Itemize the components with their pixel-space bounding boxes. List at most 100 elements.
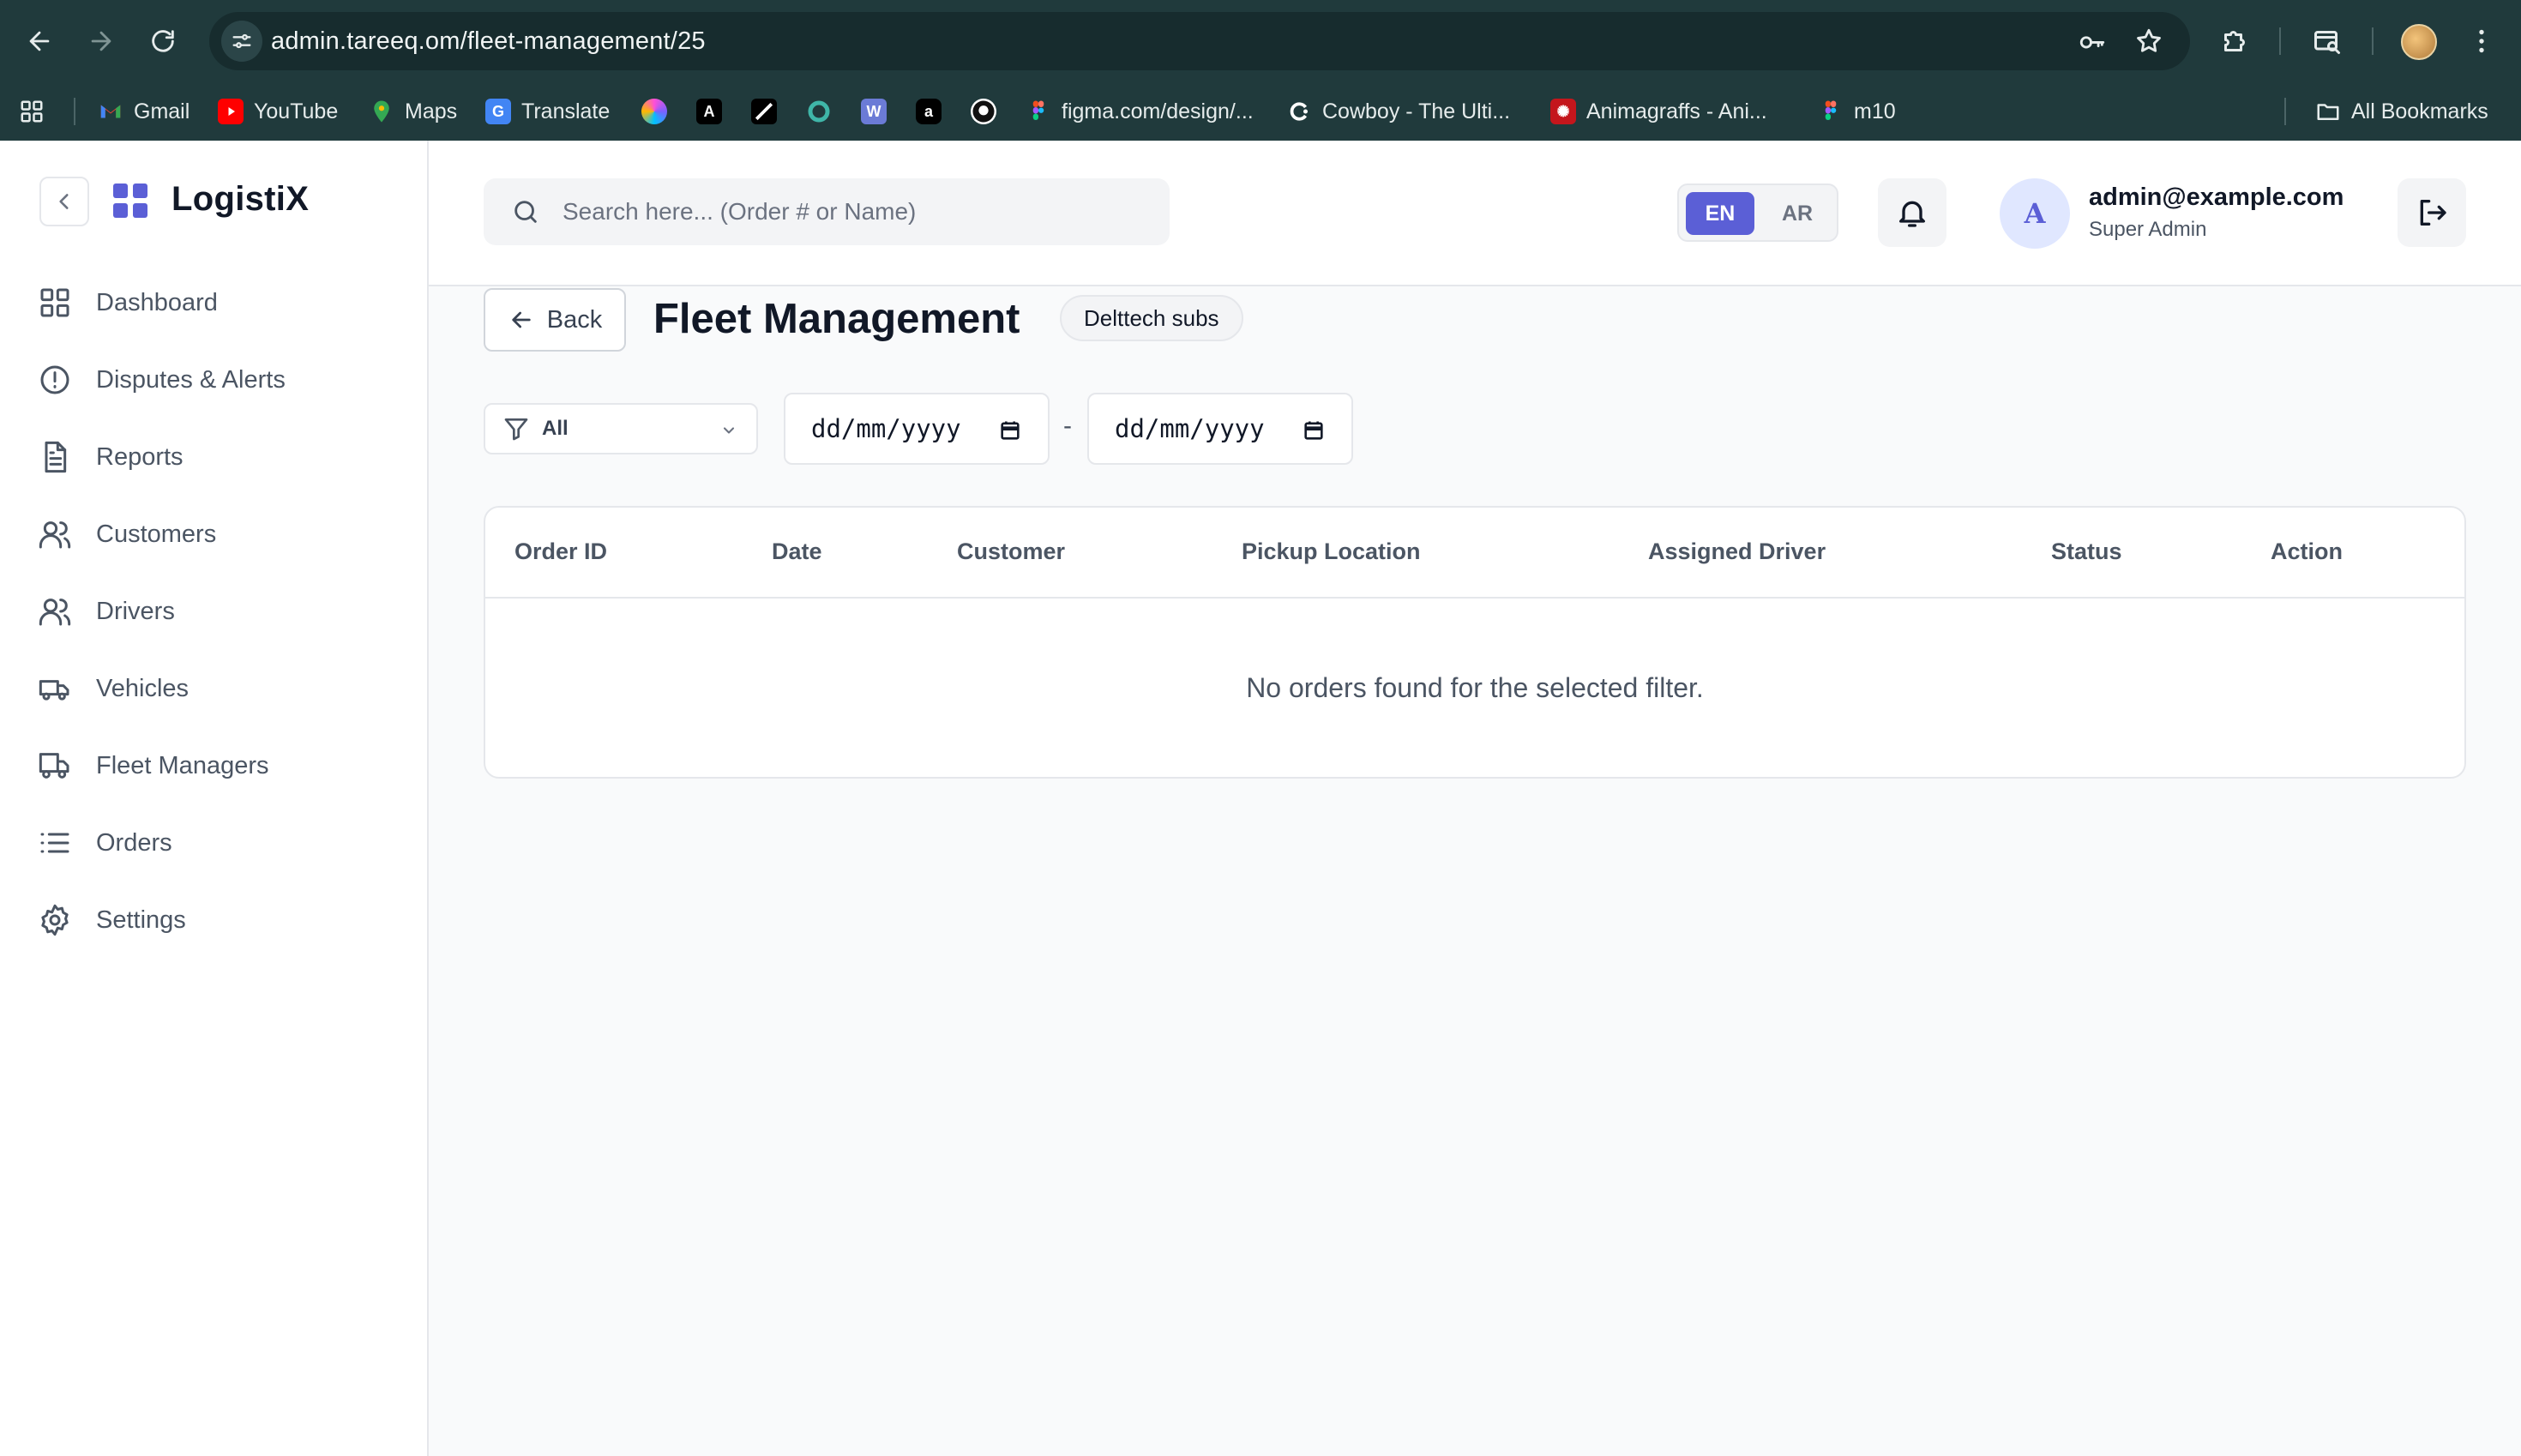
animagraffs-icon: ✺ xyxy=(1550,99,1576,124)
truck-icon xyxy=(39,753,69,779)
date-to-input[interactable]: dd/mm/yyyy xyxy=(1087,393,1353,465)
sidebar-item-label: Orders xyxy=(96,828,172,857)
bookmark-youtube[interactable]: YouTube xyxy=(218,93,338,130)
lang-ar-button[interactable]: AR xyxy=(1763,192,1832,235)
bookmarks-bar: Gmail YouTube Maps G Translate A W a fig… xyxy=(0,82,2521,141)
bookmark-maps[interactable]: Maps xyxy=(369,93,457,130)
folder-icon xyxy=(2315,99,2341,124)
youtube-icon xyxy=(218,99,244,124)
column-header-order-id: Order ID xyxy=(514,538,608,564)
calendar-icon[interactable] xyxy=(1302,418,1326,442)
teal-knot-icon xyxy=(806,99,832,124)
address-bar[interactable]: admin.tareeq.om/fleet-management/25 xyxy=(209,12,2190,70)
sidebar-item-dashboard[interactable]: Dashboard xyxy=(38,273,398,333)
sidebar-item-label: Disputes & Alerts xyxy=(96,365,286,394)
bookmark-a-circle[interactable]: a xyxy=(916,93,942,130)
bookmark-label: figma.com/design/... xyxy=(1062,99,1254,123)
column-header-customer: Customer xyxy=(957,538,1066,564)
menu-dots-icon[interactable] xyxy=(2461,21,2502,62)
brand-logo-icon xyxy=(113,184,147,218)
sidebar-collapse-button[interactable] xyxy=(39,177,89,226)
password-key-icon[interactable] xyxy=(2075,24,2109,58)
list-icon xyxy=(40,833,69,853)
forward-arrow-icon[interactable] xyxy=(81,21,122,62)
bookmark-w-logo[interactable]: W xyxy=(861,93,887,130)
bookmark-label: m10 xyxy=(1854,99,1896,123)
bookmark-animagraffs[interactable]: ✺ Animagraffs - Ani... xyxy=(1550,93,1767,130)
bookmark-pen-logo[interactable] xyxy=(751,93,777,130)
column-header-status: Status xyxy=(2051,538,2122,564)
date-from-value: dd/mm/yyyy xyxy=(811,414,961,443)
site-settings-icon[interactable] xyxy=(221,21,262,62)
bookmarks-divider xyxy=(2284,98,2286,125)
date-from-input[interactable]: dd/mm/yyyy xyxy=(784,393,1050,465)
bookmark-gmail[interactable]: Gmail xyxy=(98,93,190,130)
search-icon xyxy=(514,201,537,223)
bookmark-teal-knot[interactable] xyxy=(806,93,832,130)
bookmark-label: Translate xyxy=(521,99,611,123)
gear-icon xyxy=(41,904,69,936)
language-toggle: EN AR xyxy=(1677,184,1838,242)
sidebar-item-vehicles[interactable]: Vehicles xyxy=(38,659,398,719)
column-header-action: Action xyxy=(2271,538,2343,564)
reload-icon[interactable] xyxy=(142,21,184,62)
arrow-left-icon xyxy=(512,311,531,328)
extensions-icon[interactable] xyxy=(2214,21,2255,62)
sidebar-item-fleet-managers[interactable]: Fleet Managers xyxy=(38,736,398,796)
sidebar-item-disputes-alerts[interactable]: Disputes & Alerts xyxy=(38,350,398,410)
date-to-value: dd/mm/yyyy xyxy=(1115,414,1265,443)
sidebar-item-label: Fleet Managers xyxy=(96,751,269,779)
calendar-icon[interactable] xyxy=(998,418,1022,442)
avatar[interactable]: A xyxy=(2000,178,2070,249)
url-text[interactable]: admin.tareeq.om/fleet-management/25 xyxy=(271,27,706,56)
chevron-down-icon xyxy=(723,427,735,434)
back-button[interactable]: Back xyxy=(484,288,626,352)
bookmark-gradient-orb[interactable] xyxy=(641,93,667,130)
figma-icon xyxy=(1818,99,1844,124)
apps-grid-icon[interactable] xyxy=(19,93,45,130)
users-icon xyxy=(39,521,71,549)
gmail-icon xyxy=(98,99,123,124)
sidebar-item-label: Dashboard xyxy=(96,288,218,316)
date-range-separator: - xyxy=(1063,412,1072,440)
back-arrow-icon[interactable] xyxy=(19,21,60,62)
search-bar[interactable] xyxy=(484,178,1170,245)
bookmark-star-icon[interactable] xyxy=(2132,24,2166,58)
bookmark-label: Gmail xyxy=(134,99,190,123)
fleet-name-badge: Delttech subs xyxy=(1060,295,1243,341)
chevron-left-icon xyxy=(59,194,69,209)
toolbar-divider xyxy=(2279,27,2281,55)
bookmark-translate[interactable]: G Translate xyxy=(485,93,610,130)
user-role: Super Admin xyxy=(2089,218,2207,241)
bookmark-label: Animagraffs - Ani... xyxy=(1586,99,1767,123)
all-bookmarks-button[interactable]: All Bookmarks xyxy=(2315,93,2488,130)
translate-icon: G xyxy=(485,99,511,124)
bookmark-m10[interactable]: m10 xyxy=(1818,93,1896,130)
cowboy-icon xyxy=(1286,99,1312,124)
sidebar-item-drivers[interactable]: Drivers xyxy=(38,581,398,641)
search-input[interactable] xyxy=(563,198,1146,226)
logout-button[interactable] xyxy=(2398,178,2466,247)
notifications-button[interactable] xyxy=(1878,178,1946,247)
sidebar-item-orders[interactable]: Orders xyxy=(38,813,398,873)
tab-search-icon[interactable] xyxy=(2307,21,2348,62)
sidebar-item-settings[interactable]: Settings xyxy=(38,890,398,950)
status-filter-select[interactable]: All xyxy=(484,403,758,454)
bookmark-a-logo[interactable]: A xyxy=(696,93,722,130)
sidebar-item-label: Customers xyxy=(96,520,217,548)
bookmark-cowboy[interactable]: Cowboy - The Ulti... xyxy=(1286,93,1510,130)
page-title: Fleet Management xyxy=(653,296,1020,342)
truck-icon xyxy=(39,680,69,701)
bookmark-figma[interactable]: figma.com/design/... xyxy=(1026,93,1254,130)
sidebar-item-label: Vehicles xyxy=(96,674,190,702)
filter-value: All xyxy=(542,417,569,440)
bookmark-github[interactable] xyxy=(971,93,996,130)
lang-en-button[interactable]: EN xyxy=(1686,192,1754,235)
toolbar-divider xyxy=(2372,27,2374,55)
browser-toolbar: admin.tareeq.om/fleet-management/25 xyxy=(0,0,2521,82)
gradient-orb-icon xyxy=(641,99,667,124)
sidebar-item-label: Drivers xyxy=(96,597,175,625)
sidebar-item-customers[interactable]: Customers xyxy=(38,504,398,564)
profile-avatar[interactable] xyxy=(2401,24,2437,60)
sidebar-item-reports[interactable]: Reports xyxy=(38,427,398,487)
